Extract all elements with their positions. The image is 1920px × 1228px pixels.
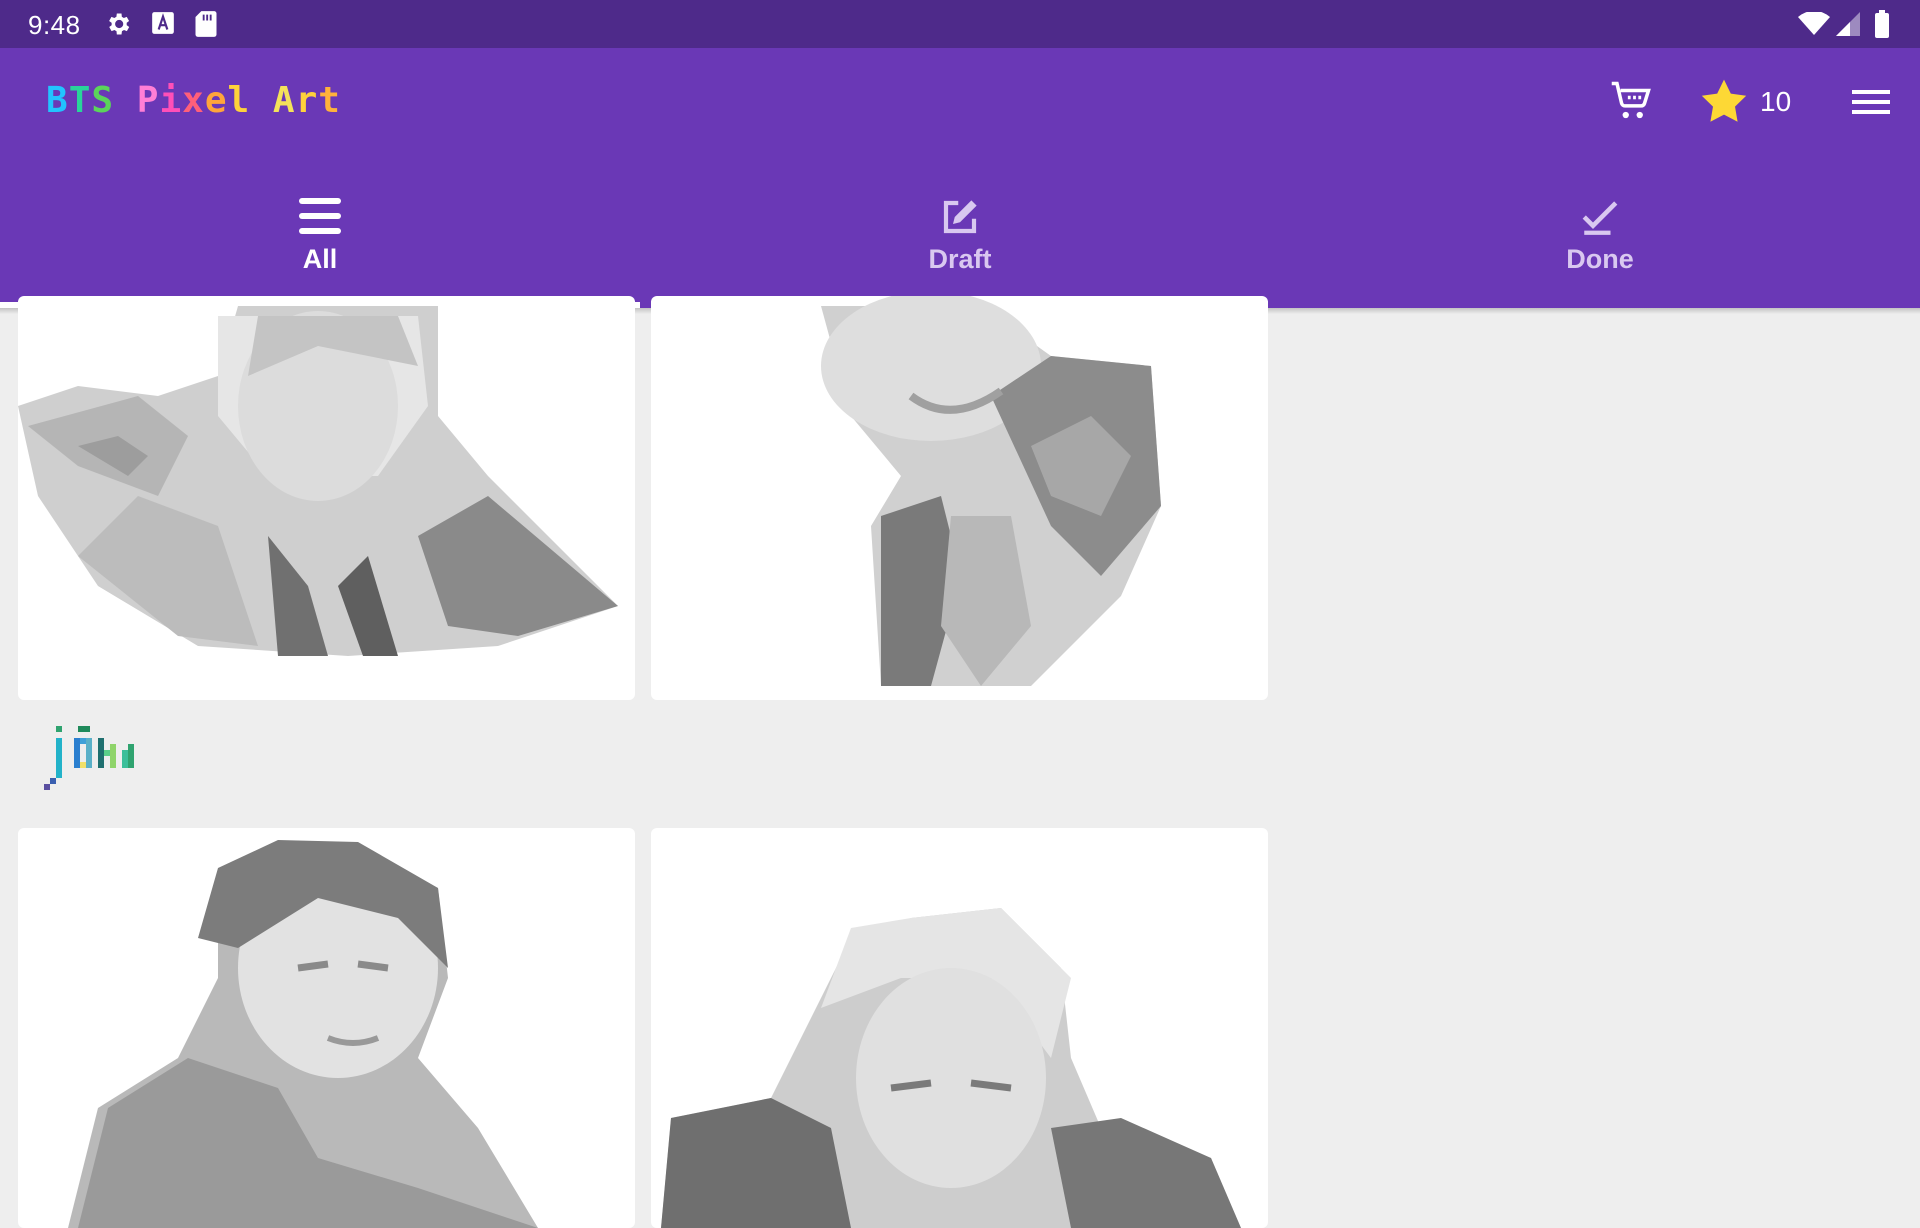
tab-label: Draft (928, 244, 992, 274)
signal-icon (1836, 12, 1860, 41)
sd-card-icon (194, 10, 218, 43)
tab-draft[interactable]: Draft (640, 176, 1280, 308)
app-bar: BTS Pixel Art 10 All Draft Done (0, 48, 1920, 308)
list-icon (297, 196, 343, 241)
tab-label: All (302, 244, 338, 274)
status-bar: 9:48 (0, 0, 1920, 48)
check-icon (1578, 196, 1622, 243)
artwork-card[interactable] (18, 828, 635, 1228)
pixel-art-portrait (661, 908, 1241, 1228)
tab-all[interactable]: All (0, 176, 640, 308)
wifi-icon (1798, 10, 1830, 41)
artwork-card[interactable] (651, 296, 1268, 700)
tab-done[interactable]: Done (1280, 176, 1920, 308)
pixel-art-portrait (821, 296, 1161, 686)
artwork-card[interactable] (651, 828, 1268, 1228)
menu-icon[interactable] (1852, 88, 1890, 121)
cart-icon[interactable] (1610, 80, 1652, 127)
pixel-art-portrait (68, 840, 538, 1228)
edit-icon (938, 196, 982, 243)
tab-label: Done (1566, 244, 1634, 274)
member-name-tag (44, 724, 140, 805)
font-a-icon (150, 10, 176, 41)
gear-icon (104, 10, 132, 43)
star-count: 10 (1760, 86, 1792, 117)
app-logo: BTS Pixel Art (46, 80, 341, 121)
star-icon[interactable] (1700, 78, 1748, 129)
battery-icon (1874, 10, 1890, 43)
artwork-card[interactable] (18, 296, 635, 700)
pixel-art-portrait (18, 306, 618, 656)
status-time: 9:48 (28, 10, 81, 40)
